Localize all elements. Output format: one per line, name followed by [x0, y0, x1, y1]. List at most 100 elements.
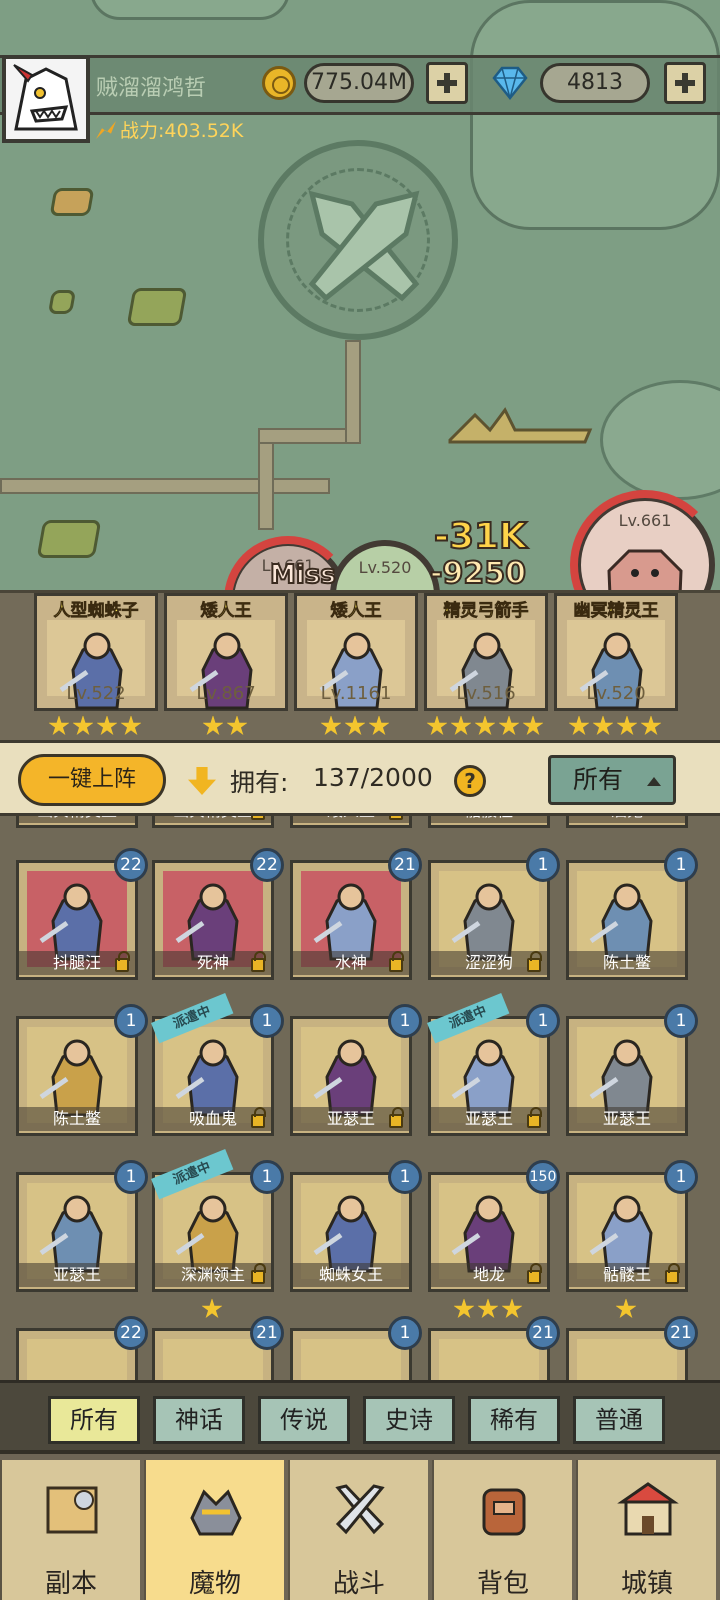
monster-sprite-icon: [175, 1195, 239, 1273]
monster-sprite-icon: [589, 883, 653, 961]
world-map[interactable]: 贼溜溜鸿哲 战力:403.52K 775.04M 4813 Lv.661 Lv.…: [0, 0, 720, 610]
dungeon-map-icon: [46, 1486, 98, 1534]
arrow-down-icon: [188, 767, 216, 795]
star-icon: [344, 715, 366, 736]
star-rating: [320, 715, 390, 737]
count-badge: 1: [114, 1004, 148, 1038]
crit-damage-text: -31K: [433, 515, 528, 558]
count-badge: 1: [388, 1004, 422, 1038]
monster-sprite-icon: [451, 1039, 515, 1117]
nav-tab-label: 副本: [44, 1569, 97, 1599]
player-name: 贼溜溜鸿哲: [96, 76, 207, 101]
nav-tab[interactable]: 战斗: [288, 1460, 428, 1600]
nav-tab[interactable]: 副本: [0, 1460, 140, 1600]
count-badge: 1: [388, 1316, 422, 1350]
town-shop-icon: [617, 1482, 679, 1536]
star-icon: [498, 715, 520, 736]
filter-dropdown-label: 所有: [573, 765, 624, 794]
count-badge: 1: [114, 1160, 148, 1194]
star-icon: [96, 715, 118, 736]
collection-header: 一键上阵 拥有: 137/2000 ? 所有: [0, 740, 720, 816]
team-member-card[interactable]: 幽冥精灵王 Lv.520: [554, 593, 678, 711]
lock-icon: [251, 951, 266, 972]
count-badge: 21: [526, 1316, 560, 1350]
owned-label: 拥有:: [230, 768, 289, 797]
star-icon: [202, 715, 224, 736]
star-icon: [72, 715, 94, 736]
map-road: [258, 428, 358, 444]
team-member-level: Lv.522: [66, 683, 126, 704]
nav-tab[interactable]: 魔物: [144, 1460, 284, 1600]
team-member-card[interactable]: 矮人王 Lv.867: [164, 593, 288, 711]
star-icon: [501, 1298, 523, 1319]
star-icon: [453, 1298, 475, 1319]
star-rating: [426, 715, 544, 737]
crossed-swords-icon: [308, 190, 420, 302]
add-gem-button[interactable]: [664, 62, 706, 104]
star-icon: [201, 1298, 223, 1319]
filter-dropdown[interactable]: 所有: [548, 755, 676, 805]
monster-grid[interactable]: 幽冥精灵王幽冥精灵王矮人王骷髅怪酒鬼抖腿汪22死神22水神21涩涩狗1陈土鳖1陈…: [0, 800, 720, 1430]
team-member-name: 矮人王: [330, 601, 382, 622]
map-island: [36, 520, 102, 558]
gem-amount: 4813: [540, 63, 650, 103]
count-badge: 1: [664, 848, 698, 882]
monster-name: 蜘蛛女王: [293, 1263, 409, 1287]
count-badge: 22: [114, 848, 148, 882]
fossil-decoration: [448, 407, 593, 444]
star-icon: [426, 715, 448, 736]
monster-avatar-icon: [6, 59, 86, 139]
team-member-name: 人型蜘蛛子: [53, 601, 139, 622]
lock-icon: [527, 951, 542, 972]
filter-tab[interactable]: 普通: [573, 1396, 665, 1444]
power-rating: 战力:403.52K: [96, 116, 243, 143]
nav-tab[interactable]: 背包: [432, 1460, 572, 1600]
count-badge: 22: [114, 1316, 148, 1350]
filter-tab[interactable]: 传说: [258, 1396, 350, 1444]
team-member-card[interactable]: 矮人王 Lv.1161: [294, 593, 418, 711]
map-road: [258, 430, 274, 530]
avatar[interactable]: [2, 55, 90, 143]
lock-icon: [665, 1263, 680, 1284]
monster-name: 陈土鳖: [19, 1107, 135, 1131]
star-icon: [48, 715, 70, 736]
team-member-card[interactable]: 人型蜘蛛子 Lv.522: [34, 593, 158, 711]
count-badge: 22: [250, 848, 284, 882]
monster-sprite-icon: [39, 883, 103, 961]
count-badge: 21: [250, 1316, 284, 1350]
count-badge: 1: [526, 1004, 560, 1038]
team-member-card[interactable]: 精灵弓箭手 Lv.516: [424, 593, 548, 711]
monster-sprite-icon: [451, 883, 515, 961]
count-badge: 1: [388, 1160, 422, 1194]
lock-icon: [527, 1263, 542, 1284]
count-badge: 1: [250, 1004, 284, 1038]
map-road: [345, 340, 361, 444]
game-screen: 贼溜溜鸿哲 战力:403.52K 775.04M 4813 Lv.661 Lv.…: [0, 0, 720, 1600]
team-member-name: 精灵弓箭手: [443, 601, 529, 622]
add-gold-button[interactable]: [426, 62, 468, 104]
help-icon[interactable]: ?: [454, 765, 486, 797]
star-icon: [615, 1298, 637, 1319]
star-icon: [592, 715, 614, 736]
nav-tab[interactable]: 城镇: [576, 1460, 716, 1600]
auto-deploy-button[interactable]: 一键上阵: [18, 754, 166, 806]
count-badge: 21: [388, 848, 422, 882]
star-rating: [201, 1298, 223, 1320]
filter-tab[interactable]: 神话: [153, 1396, 245, 1444]
filter-tab[interactable]: 史诗: [363, 1396, 455, 1444]
nav-tab-label: 城镇: [620, 1569, 673, 1599]
monster-name: 亚瑟王: [569, 1107, 685, 1131]
filter-tab[interactable]: 所有: [48, 1396, 140, 1444]
map-lake: [600, 380, 720, 500]
lock-icon: [389, 951, 404, 972]
star-icon: [477, 1298, 499, 1319]
team-member-name: 幽冥精灵王: [573, 601, 659, 622]
team-member-level: Lv.516: [456, 683, 516, 704]
battle-portal[interactable]: [258, 140, 458, 340]
filter-tab[interactable]: 稀有: [468, 1396, 560, 1444]
monster-sprite-icon: [313, 1195, 377, 1273]
gold-amount: 775.04M: [304, 63, 414, 103]
monster-name: 陈土鳖: [569, 951, 685, 975]
team-lineup: 人型蜘蛛子 Lv.522 矮人王 Lv.867 矮人王 Lv.1161 精灵弓箭手 Lv.51…: [0, 590, 720, 740]
enemy-level: Lv.520: [358, 558, 412, 577]
